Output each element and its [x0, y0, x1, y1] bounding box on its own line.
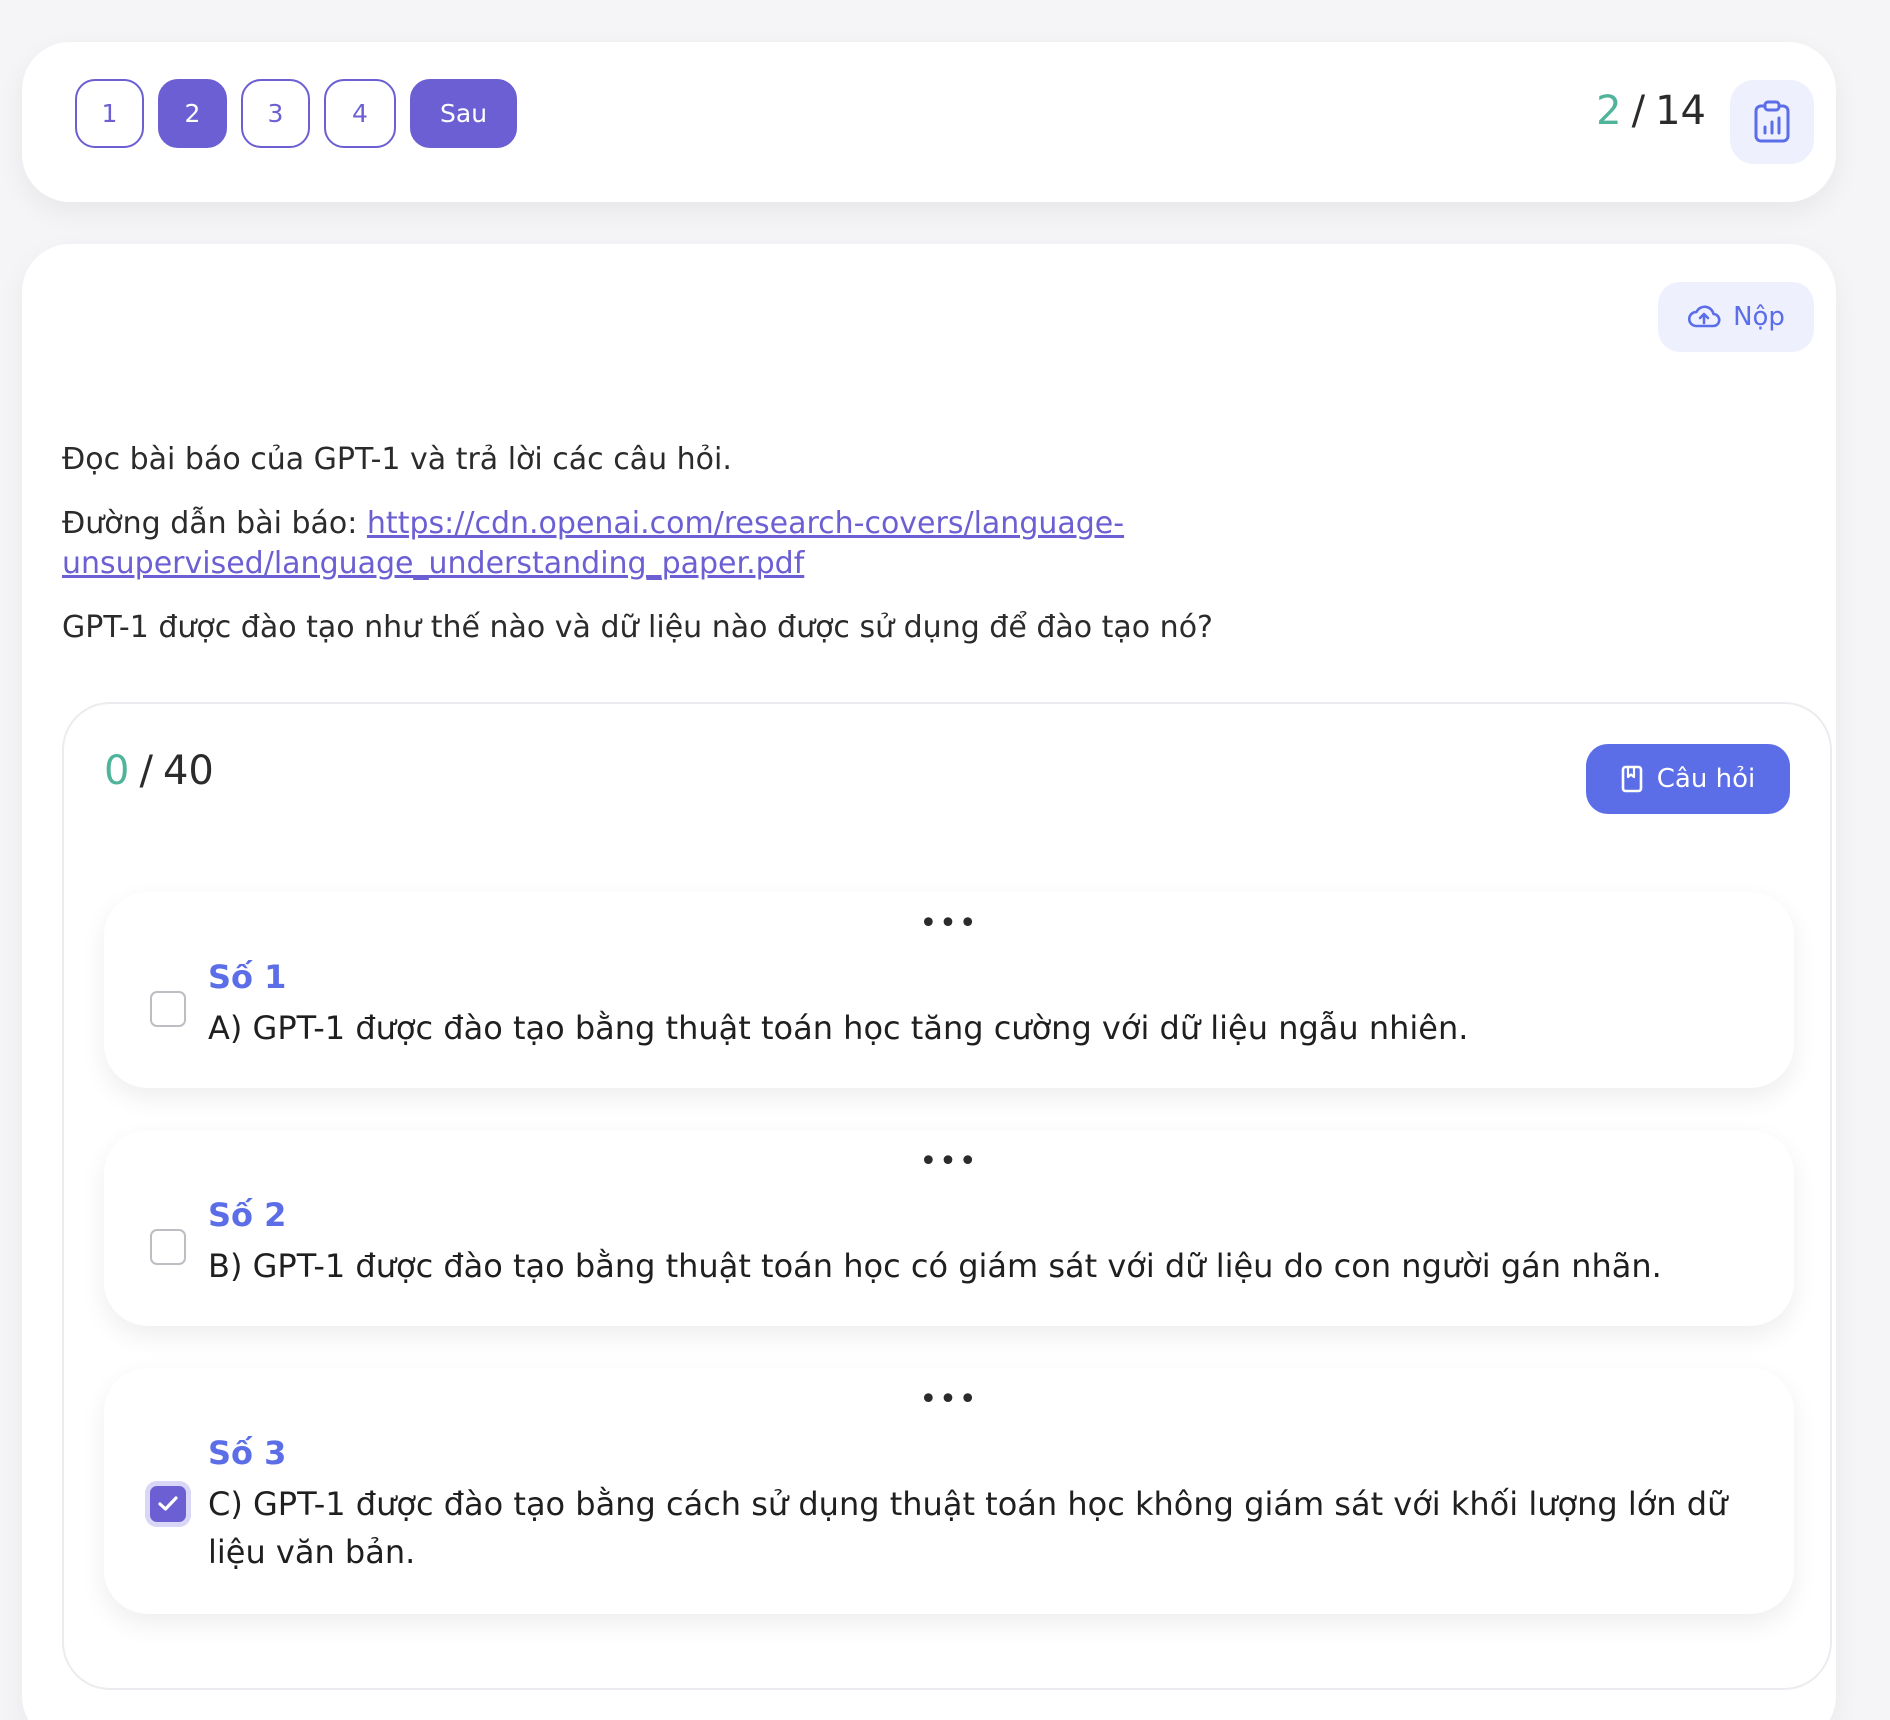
page-buttons: 1 2 3 4 Sau — [75, 79, 518, 148]
submit-button[interactable]: Nộp — [1658, 282, 1814, 352]
more-options-icon[interactable]: ••• — [919, 909, 978, 939]
questions-button-label: Câu hỏi — [1656, 764, 1756, 794]
submit-label: Nộp — [1733, 302, 1785, 332]
page-button-2[interactable]: 2 — [158, 79, 227, 148]
question-progress: 2 / 14 — [1596, 88, 1706, 134]
answer-option-2[interactable]: ••• Số 2 B) GPT-1 được đào tạo bằng thuậ… — [104, 1130, 1794, 1326]
progress-total: 14 — [1655, 88, 1706, 134]
more-options-icon[interactable]: ••• — [919, 1385, 978, 1415]
stats-button[interactable] — [1730, 80, 1814, 164]
answer-text-1: A) GPT-1 được đào tạo bằng thuật toán họ… — [208, 1009, 1469, 1047]
page-button-4[interactable]: 4 — [324, 79, 396, 148]
answer-text-2: B) GPT-1 được đào tạo bằng thuật toán họ… — [208, 1247, 1662, 1285]
answer-number-3: Số 3 — [208, 1434, 287, 1472]
answer-option-3[interactable]: ••• Số 3 C) GPT-1 được đào tạo bằng cách… — [104, 1368, 1794, 1614]
answer-number-1: Số 1 — [208, 958, 287, 996]
more-options-icon[interactable]: ••• — [919, 1147, 978, 1177]
answer-checkbox-3[interactable] — [150, 1486, 186, 1522]
score-display: 0 / 40 — [104, 748, 214, 794]
book-icon — [1621, 765, 1643, 793]
score-current: 0 — [104, 748, 130, 794]
cloud-upload-icon — [1688, 305, 1721, 328]
answer-checkbox-1[interactable] — [150, 991, 186, 1027]
clipboard-chart-icon — [1754, 100, 1790, 143]
question-description: Đọc bài báo của GPT-1 và trả lời các câu… — [62, 440, 1562, 672]
answer-option-1[interactable]: ••• Số 1 A) GPT-1 được đào tạo bằng thuậ… — [104, 892, 1794, 1088]
page-button-1[interactable]: 1 — [75, 79, 144, 148]
questions-button[interactable]: Câu hỏi — [1586, 744, 1790, 814]
page-button-3[interactable]: 3 — [241, 79, 310, 148]
instruction-text: Đọc bài báo của GPT-1 và trả lời các câu… — [62, 442, 732, 477]
progress-current: 2 — [1596, 88, 1622, 134]
answers-panel: 0 / 40 Câu hỏi ••• Số 1 A) GPT-1 được đà… — [62, 702, 1832, 1690]
question-navigation-bar: 1 2 3 4 Sau 2 / 14 — [22, 42, 1836, 202]
score-total: 40 — [162, 748, 214, 794]
answer-text-3: C) GPT-1 được đào tạo bằng cách sử dụng … — [208, 1485, 1728, 1571]
answer-checkbox-2[interactable] — [150, 1229, 186, 1265]
next-page-button[interactable]: Sau — [410, 79, 518, 148]
question-card: Nộp Đọc bài báo của GPT-1 và trả lời các… — [22, 244, 1836, 1720]
quiz-page: 1 2 3 4 Sau 2 / 14 Nộp Đọc bài báo của G… — [0, 0, 1890, 1720]
paper-link-prefix: Đường dẫn bài báo: — [62, 506, 367, 541]
question-text: GPT-1 được đào tạo như thế nào và dữ liệ… — [62, 610, 1213, 645]
paper-link-line: Đường dẫn bài báo: https://cdn.openai.co… — [62, 504, 1562, 584]
answer-number-2: Số 2 — [208, 1196, 287, 1234]
score-separator: / — [139, 748, 153, 794]
checkmark-icon — [158, 1496, 178, 1511]
progress-separator: / — [1631, 88, 1646, 134]
